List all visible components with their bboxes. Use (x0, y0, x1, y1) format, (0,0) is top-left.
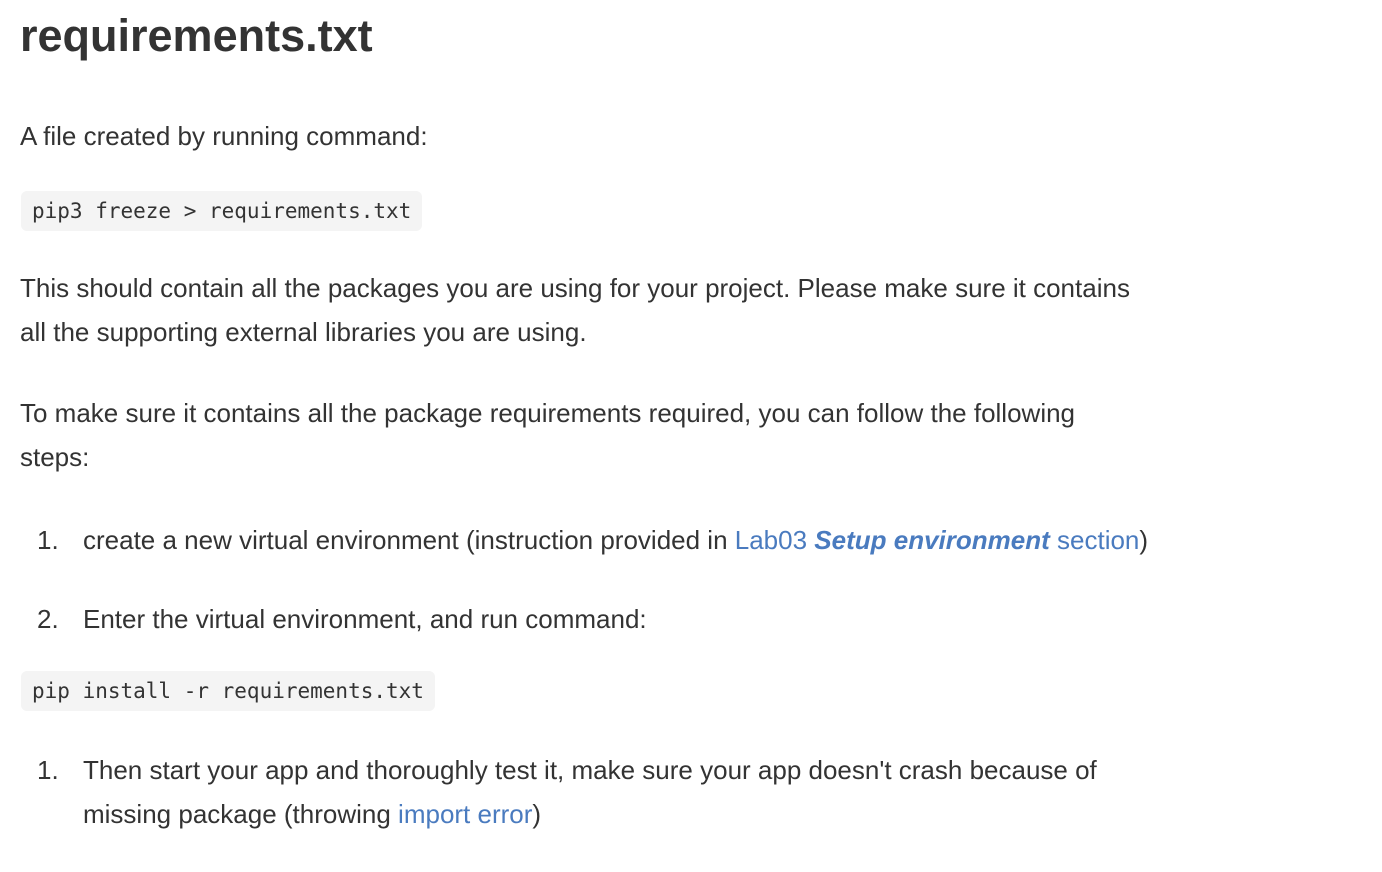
step-3-closing: ) (532, 799, 542, 829)
link-suffix: section (1049, 525, 1140, 555)
step-1-closing: ) (1139, 525, 1149, 555)
list-item-step-2: 2. Enter the virtual environment, and run… (37, 597, 1357, 641)
link-bold-text: Setup environment (814, 525, 1050, 555)
document-page: requirements.txt A file created by runni… (0, 0, 1382, 872)
packages-paragraph-line-1: This should contain all the packages you… (20, 273, 1130, 303)
steps-intro-line-2: steps: (20, 442, 90, 472)
step-3-line-2: missing package (throwing import error) (37, 792, 1357, 836)
page-title: requirements.txt (20, 10, 373, 61)
setup-environment-link[interactable]: Lab03 Setup environment section (735, 525, 1140, 555)
step-2-text: Enter the virtual environment, and run c… (83, 604, 647, 634)
import-error-link[interactable]: import error (398, 799, 532, 829)
steps-intro-paragraph: To make sure it contains all the package… (20, 391, 1350, 479)
step-3-line-2-text: missing package (throwing (83, 799, 399, 829)
list-number: 2. (37, 604, 59, 634)
list-number: 1. (37, 525, 59, 555)
packages-paragraph-line-2: all the supporting external libraries yo… (20, 317, 587, 347)
packages-paragraph: This should contain all the packages you… (20, 266, 1350, 354)
list-item-step-3: 1. Then start your app and thoroughly tes… (37, 748, 1357, 836)
steps-intro-line-1: To make sure it contains all the package… (20, 398, 1076, 428)
list-number: 1. (37, 755, 59, 785)
code-block-install: pip install -r requirements.txt (21, 671, 435, 711)
code-block-freeze: pip3 freeze > requirements.txt (21, 191, 423, 231)
step-3-line-1: Then start your app and thoroughly test … (83, 755, 1097, 785)
link-prefix: Lab03 (734, 525, 815, 555)
list-item-step-1: 1. create a new virtual environment (inst… (37, 518, 1357, 562)
step-1-text: create a new virtual environment (instru… (83, 525, 735, 555)
intro-paragraph: A file created by running command: (20, 121, 428, 151)
